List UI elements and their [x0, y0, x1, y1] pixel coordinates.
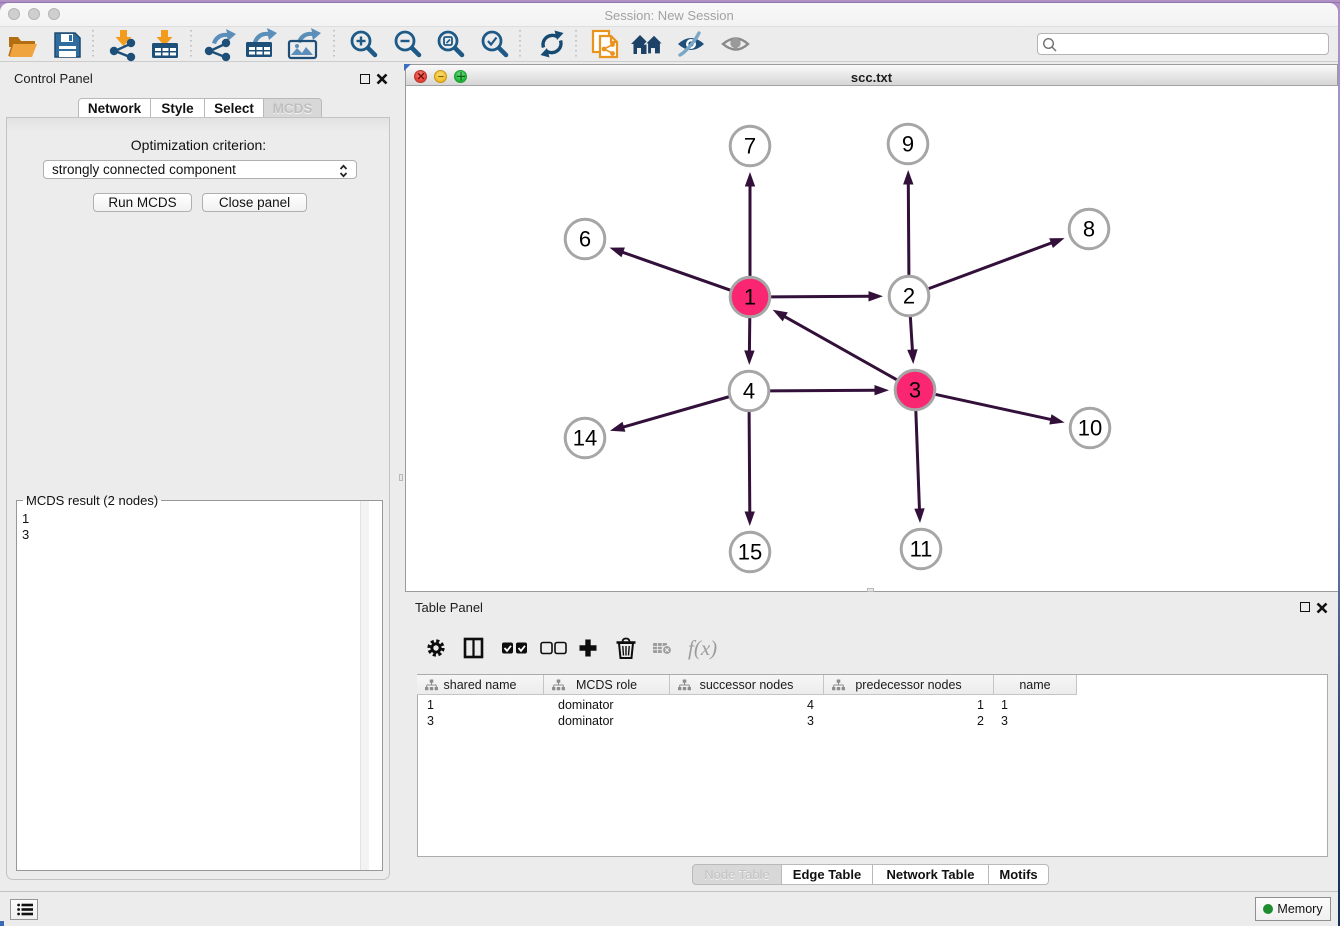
svg-text:11: 11 — [910, 537, 933, 562]
svg-text:1: 1 — [744, 285, 756, 310]
svg-text:8: 8 — [1083, 217, 1095, 242]
svg-text:f(x): f(x) — [688, 636, 717, 660]
svg-text:15: 15 — [738, 540, 762, 565]
svg-text:10: 10 — [1078, 416, 1102, 441]
svg-text:14: 14 — [573, 426, 597, 451]
svg-text:7: 7 — [744, 134, 756, 159]
svg-text:2: 2 — [903, 284, 915, 309]
svg-text:6: 6 — [579, 227, 591, 252]
svg-text:9: 9 — [902, 132, 914, 157]
svg-text:3: 3 — [909, 378, 921, 403]
svg-text:4: 4 — [743, 379, 755, 404]
